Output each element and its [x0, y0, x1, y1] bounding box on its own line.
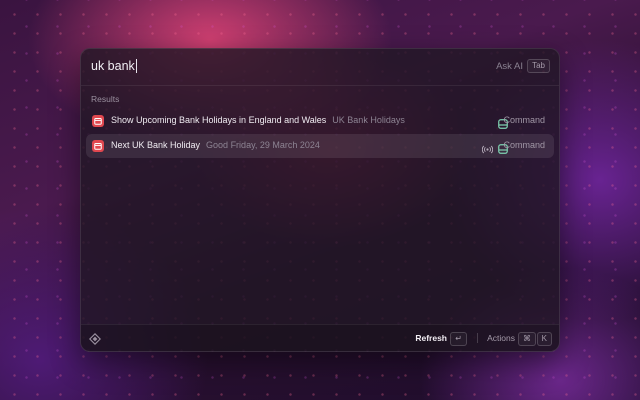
k-shortcut-key: K: [536, 332, 552, 346]
result-row-upcoming-holidays[interactable]: Show Upcoming Bank Holidays in England a…: [86, 109, 554, 133]
calendar-icon: [92, 140, 104, 152]
ask-ai-button[interactable]: Ask AI: [496, 61, 523, 72]
result-row-next-holiday[interactable]: Next UK Bank Holiday Good Friday, 29 Marc…: [86, 134, 554, 158]
command-key-icon: ⌘: [518, 332, 536, 346]
results-section-label: Results: [91, 94, 120, 104]
search-input[interactable]: uk bank: [91, 59, 137, 73]
tab-shortcut-key: Tab: [527, 59, 550, 73]
result-subtitle: Good Friday, 29 March 2024: [206, 140, 320, 150]
actions-button[interactable]: Actions: [487, 333, 515, 343]
broadcast-icon: [481, 141, 494, 159]
result-title: Show Upcoming Bank Holidays in England a…: [111, 115, 405, 125]
result-type-label: Command: [503, 115, 545, 125]
raycast-logo-icon[interactable]: [89, 332, 101, 350]
footer-divider: [477, 333, 478, 343]
search-bar: uk bank Ask AI Tab: [81, 49, 559, 86]
result-subtitle: UK Bank Holidays: [332, 115, 405, 125]
result-type-label: Command: [503, 140, 545, 150]
enter-shortcut-key: ↵: [450, 332, 467, 346]
action-bar: Refresh ↵ Actions ⌘ K: [81, 324, 559, 351]
launcher-window: uk bank Ask AI Tab Results Show Upcoming…: [80, 48, 560, 352]
refresh-button[interactable]: Refresh: [415, 333, 447, 343]
search-query: uk bank: [91, 59, 135, 73]
calendar-icon: [92, 115, 104, 127]
text-caret: [135, 59, 137, 73]
result-title: Next UK Bank Holiday Good Friday, 29 Marc…: [111, 140, 320, 150]
